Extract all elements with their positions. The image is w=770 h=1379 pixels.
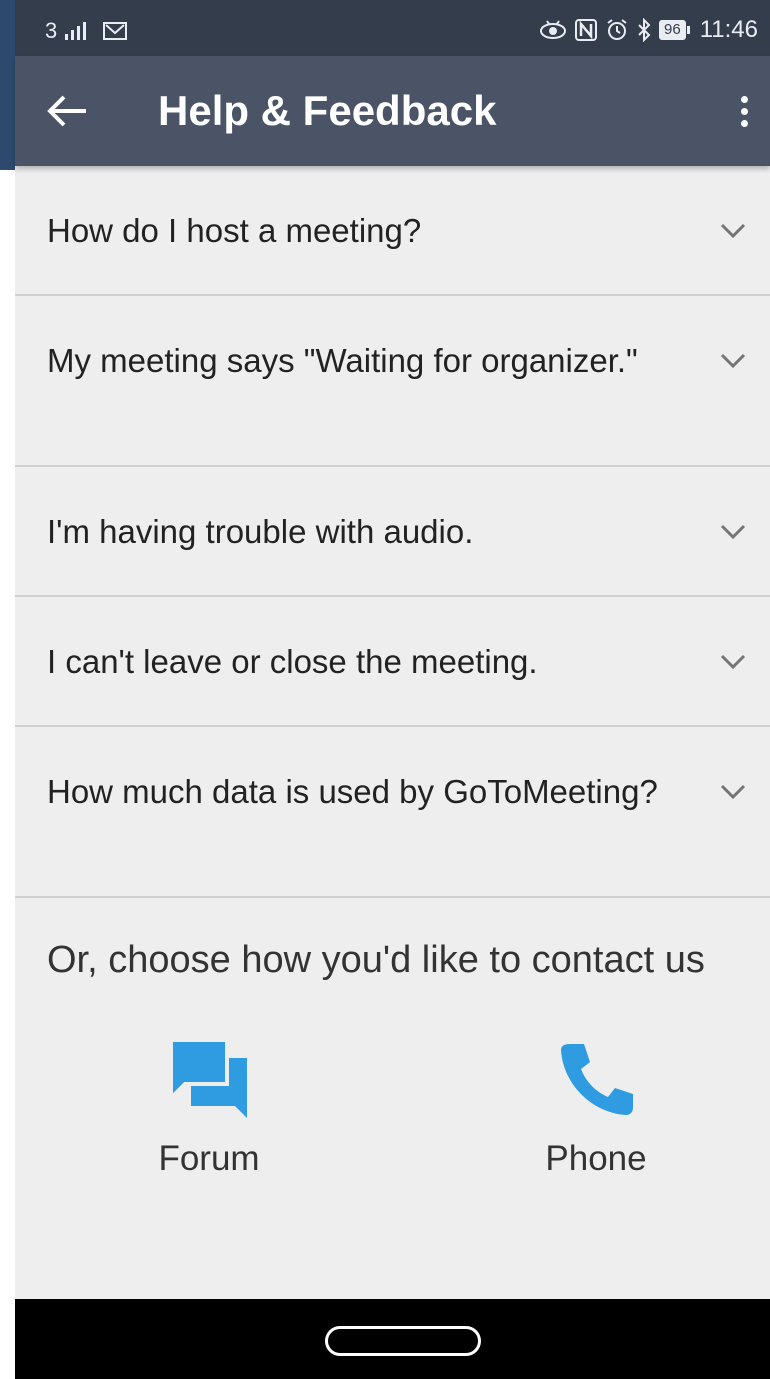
faq-question: I can't leave or close the meeting.: [47, 643, 538, 680]
back-button[interactable]: [37, 81, 97, 141]
faq-item[interactable]: My meeting says "Waiting for organizer.": [15, 296, 770, 467]
app-toolbar: Help & Feedback: [15, 56, 770, 166]
status-left: 3: [45, 18, 128, 44]
page-title: Help & Feedback: [158, 87, 497, 134]
chevron-down-icon: [720, 654, 746, 670]
faq-item[interactable]: I can't leave or close the meeting.: [15, 597, 770, 727]
more-vert-icon: [740, 95, 748, 103]
phone-label: Phone: [545, 1139, 647, 1178]
nfc-icon: [575, 19, 598, 41]
faq-question: How much data is used by GoToMeeting?: [47, 773, 658, 810]
more-vert-dot: [740, 119, 748, 127]
bluetooth-icon: [638, 18, 651, 42]
background-strip: [0, 0, 15, 170]
more-vert-dot: [740, 107, 748, 115]
faq-item[interactable]: I'm having trouble with audio.: [15, 467, 770, 597]
signal-icon: [65, 22, 87, 40]
status-right: 96 11:46: [539, 16, 758, 44]
forum-label: Forum: [158, 1139, 260, 1178]
faq-item[interactable]: How do I host a meeting?: [15, 166, 770, 296]
faq-question: How do I host a meeting?: [47, 212, 422, 249]
clock: 11:46: [699, 16, 758, 43]
battery-indicator: 96: [659, 20, 690, 40]
faq-item[interactable]: How much data is used by GoToMeeting?: [15, 727, 770, 898]
phone-button[interactable]: Phone: [496, 1038, 696, 1179]
chevron-down-icon: [720, 353, 746, 369]
system-nav-bar: [15, 1299, 770, 1379]
app-screen: 3 96 11:46 Help & Feedback How do I host…: [15, 0, 770, 1379]
arrow-back-icon: [47, 95, 86, 127]
contact-heading: Or, choose how you'd like to contact us: [47, 939, 705, 981]
overflow-menu-button[interactable]: [724, 81, 764, 141]
faq-question: I'm having trouble with audio.: [47, 513, 474, 550]
chevron-down-icon: [720, 223, 746, 239]
chevron-down-icon: [720, 784, 746, 800]
home-gesture-pill[interactable]: [325, 1326, 481, 1356]
status-bar: 3 96 11:46: [15, 0, 770, 56]
alarm-icon: [607, 19, 627, 40]
faq-question: My meeting says "Waiting for organizer.": [47, 342, 638, 379]
forum-icon: [169, 1038, 247, 1118]
mail-icon: [103, 22, 128, 40]
faq-list: How do I host a meeting? My meeting says…: [15, 166, 770, 898]
forum-button[interactable]: Forum: [109, 1038, 309, 1179]
chevron-down-icon: [720, 524, 746, 540]
network-type: 3: [45, 18, 58, 43]
phone-icon: [561, 1044, 633, 1115]
eye-comfort-icon: [540, 20, 567, 39]
